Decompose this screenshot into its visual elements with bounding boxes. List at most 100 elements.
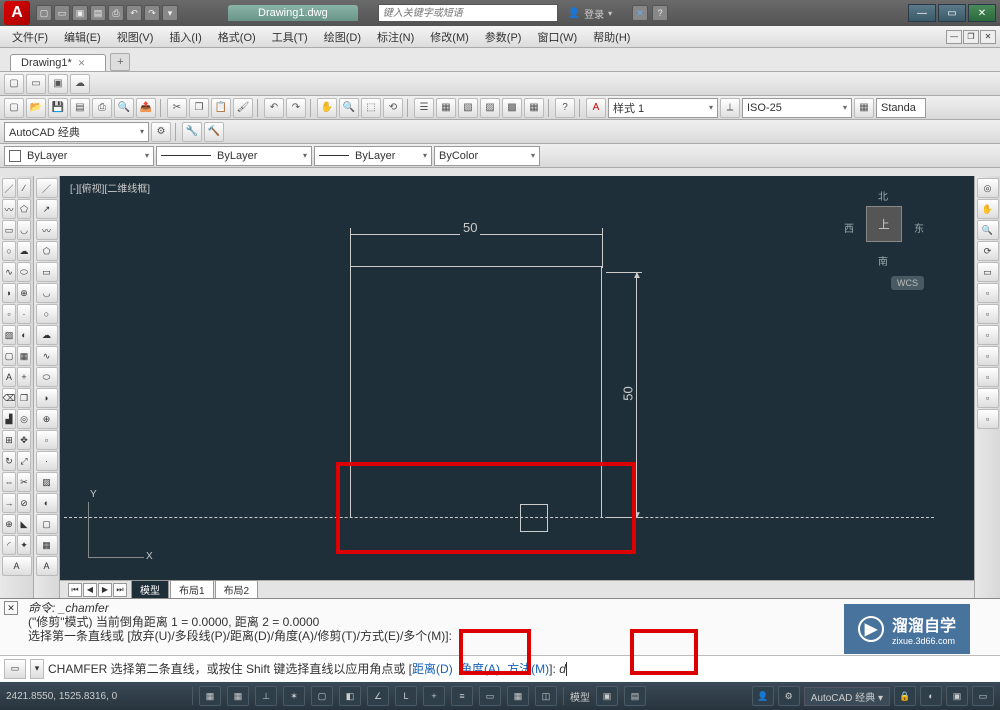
tb-open-icon[interactable]: ▭ xyxy=(26,74,46,94)
user-area[interactable]: 👤 登录 ▾ xyxy=(568,6,612,21)
sb-ortho-icon[interactable]: ⊥ xyxy=(255,686,277,706)
qat-open-icon[interactable]: ▭ xyxy=(54,5,70,21)
std-dc-icon[interactable]: ▦ xyxy=(436,98,456,118)
region-icon[interactable]: ▢ xyxy=(2,346,16,366)
sb-sc-icon[interactable]: ◫ xyxy=(535,686,557,706)
workspace-dropdown[interactable]: AutoCAD 经典▾ xyxy=(4,122,149,142)
qat-plot-icon[interactable]: ⎙ xyxy=(108,5,124,21)
gradient-icon[interactable]: ◐ xyxy=(17,325,31,345)
ws-gear-icon[interactable]: ⚙ xyxy=(151,122,171,142)
close-button[interactable]: ✕ xyxy=(968,4,996,22)
view-label[interactable]: [-][俯视][二维线框] xyxy=(70,180,150,195)
m-ellipse-icon[interactable]: ⬭ xyxy=(36,367,58,387)
circle-icon[interactable]: ○ xyxy=(2,241,16,261)
explode-icon[interactable]: ✦ xyxy=(17,535,31,555)
table-style-icon[interactable]: ▦ xyxy=(854,98,874,118)
ws-tools-icon[interactable]: 🔧 xyxy=(182,122,202,142)
m-grad-icon[interactable]: ◐ xyxy=(36,493,58,513)
color-dropdown[interactable]: ByLayer▾ xyxy=(4,146,154,166)
mdi-minimize-icon[interactable]: — xyxy=(946,30,962,44)
new-tab-button[interactable]: + xyxy=(110,53,130,71)
nav-zoom-icon[interactable]: 🔍 xyxy=(977,220,999,240)
sb-dyn-icon[interactable]: + xyxy=(423,686,445,706)
addsel-icon[interactable]: + xyxy=(17,367,31,387)
m-earc-icon[interactable]: ◗ xyxy=(36,388,58,408)
std-saveas-icon[interactable]: ▤ xyxy=(70,98,90,118)
sb-otrack-icon[interactable]: ∠ xyxy=(367,686,389,706)
nav-pan-icon[interactable]: ✋ xyxy=(977,199,999,219)
m-rect-icon[interactable]: ▭ xyxy=(36,262,58,282)
sb-ducs-icon[interactable]: L xyxy=(395,686,417,706)
insert-icon[interactable]: ⊕ xyxy=(17,283,31,303)
sb-tpy-icon[interactable]: ▭ xyxy=(479,686,501,706)
m-tbl-icon[interactable]: ▦ xyxy=(36,535,58,555)
qat-redo-icon[interactable]: ↷ xyxy=(144,5,160,21)
nav-l3-icon[interactable]: ▫ xyxy=(977,325,999,345)
tb-cloud-icon[interactable]: ☁ xyxy=(70,74,90,94)
minimize-button[interactable]: — xyxy=(908,4,936,22)
table-style-dropdown[interactable]: Standa xyxy=(876,98,926,118)
std-paste-icon[interactable]: 📋 xyxy=(211,98,231,118)
cmd-dropdown-icon[interactable]: ▾ xyxy=(30,659,44,679)
cmd-close-icon[interactable]: ✕ xyxy=(4,601,18,615)
menu-format[interactable]: 格式(O) xyxy=(210,27,264,47)
nav-l6-icon[interactable]: ▫ xyxy=(977,388,999,408)
sb-annoscale-icon[interactable]: 👤 xyxy=(752,686,774,706)
qat-new-icon[interactable]: ▢ xyxy=(36,5,52,21)
sb-grid-icon[interactable]: ▦ xyxy=(227,686,249,706)
menu-help[interactable]: 帮助(H) xyxy=(585,27,638,47)
m-hatch-icon[interactable]: ▨ xyxy=(36,472,58,492)
rotate-icon[interactable]: ↻ xyxy=(2,451,16,471)
table-icon[interactable]: ▦ xyxy=(17,346,31,366)
rect-icon[interactable]: ▭ xyxy=(2,220,16,240)
offset-icon[interactable]: ◎ xyxy=(17,409,31,429)
mtext-icon[interactable]: A xyxy=(2,367,16,387)
std-cut-icon[interactable]: ✂ xyxy=(167,98,187,118)
m-arc-icon[interactable]: ◡ xyxy=(36,283,58,303)
std-ssm-icon[interactable]: ▨ xyxy=(480,98,500,118)
nav-l7-icon[interactable]: ▫ xyxy=(977,409,999,429)
line-icon[interactable]: ／ xyxy=(2,178,16,198)
std-help-icon[interactable]: ? xyxy=(555,98,575,118)
doc-tab-drawing1[interactable]: Drawing1* ✕ xyxy=(10,54,106,71)
trim-icon[interactable]: ✂ xyxy=(17,472,31,492)
wcs-badge[interactable]: WCS xyxy=(891,276,924,290)
viewcube-top[interactable]: 上 xyxy=(866,206,902,242)
std-props-icon[interactable]: ☰ xyxy=(414,98,434,118)
qat-more-icon[interactable]: ▾ xyxy=(162,5,178,21)
xline-icon[interactable]: ∕ xyxy=(17,178,31,198)
nav-l1-icon[interactable]: ▫ xyxy=(977,283,999,303)
menu-file[interactable]: 文件(F) xyxy=(4,27,56,47)
dim-style-icon[interactable]: ⟂ xyxy=(720,98,740,118)
drawing-canvas[interactable]: [-][俯视][二维线框] 北 南 东 西 上 WCS 50 xyxy=(60,176,974,580)
qat-undo-icon[interactable]: ↶ xyxy=(126,5,142,21)
qat-saveas-icon[interactable]: ▤ xyxy=(90,5,106,21)
app-icon[interactable]: A xyxy=(4,1,30,25)
cmd-prompt-icon[interactable]: ▭ xyxy=(4,659,26,679)
std-zoomwin-icon[interactable]: ⬚ xyxy=(361,98,381,118)
sb-lock-icon[interactable]: 🔒 xyxy=(894,686,916,706)
help-search-input[interactable] xyxy=(378,4,558,22)
menu-window[interactable]: 窗口(W) xyxy=(529,27,585,47)
stretch-icon[interactable]: ⇔ xyxy=(2,472,16,492)
m-spline-icon[interactable]: ∿ xyxy=(36,346,58,366)
spline-icon[interactable]: ∿ xyxy=(2,262,16,282)
mdi-close-icon[interactable]: ✕ xyxy=(980,30,996,44)
menu-modify[interactable]: 修改(M) xyxy=(422,27,477,47)
std-qcalc-icon[interactable]: ▦ xyxy=(524,98,544,118)
help-icon[interactable]: ? xyxy=(652,5,668,21)
tab-first-icon[interactable]: ⏮ xyxy=(68,583,82,597)
sb-osnap-icon[interactable]: ▢ xyxy=(311,686,333,706)
m-cloud-icon[interactable]: ☁ xyxy=(36,325,58,345)
point-icon[interactable]: · xyxy=(17,304,31,324)
std-preview-icon[interactable]: 🔍 xyxy=(114,98,134,118)
nav-l2-icon[interactable]: ▫ xyxy=(977,304,999,324)
std-pan-icon[interactable]: ✋ xyxy=(317,98,337,118)
pline-icon[interactable]: 〰 xyxy=(2,199,16,219)
sb-hw-icon[interactable]: ◐ xyxy=(920,686,942,706)
fillet-icon[interactable]: ◜ xyxy=(2,535,16,555)
tab-last-icon[interactable]: ⏭ xyxy=(113,583,127,597)
m-pline-icon[interactable]: 〰 xyxy=(36,220,58,240)
tab-next-icon[interactable]: ▶ xyxy=(98,583,112,597)
arc-icon[interactable]: ◡ xyxy=(17,220,31,240)
